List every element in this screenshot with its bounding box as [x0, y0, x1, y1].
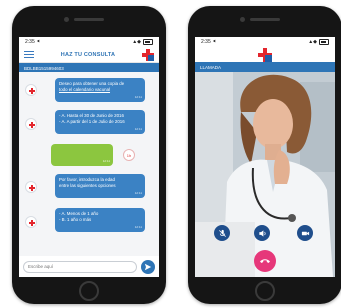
video-feed — [195, 72, 335, 277]
cross-logo-icon — [258, 47, 272, 62]
home-button[interactable] — [79, 281, 99, 301]
option-b-text[interactable]: - B. 1 año o más — [59, 217, 141, 223]
speaker-button[interactable] — [254, 225, 270, 241]
message-link[interactable]: todo el calendario vacunal — [59, 87, 141, 93]
home-button[interactable] — [255, 281, 275, 301]
status-time: 2:35 ⯇ — [201, 39, 217, 45]
list-item: - A. Hasta el 30 de Junio de 2016 - A. A… — [25, 110, 153, 138]
bot-avatar — [25, 84, 37, 96]
message-time: 12:11 — [134, 191, 142, 196]
chat-screen: 2:35 ⯇ ▲◆ HAZ TU CONSULTA BDLBB151599460… — [19, 37, 159, 277]
hamburger-icon[interactable] — [24, 51, 34, 58]
message-time: 12:11 — [134, 95, 142, 100]
phone-hangup-icon — [260, 259, 270, 263]
signal-icon: ▲◆ — [308, 39, 317, 45]
bot-message-bubble: - A. Hasta el 30 de Junio de 2016 - A. A… — [55, 110, 145, 134]
app-header: HAZ TU CONSULTA — [19, 47, 159, 63]
conversation-id: BDLBB1515994603 — [24, 65, 64, 71]
cross-logo-icon — [142, 48, 154, 61]
message-input[interactable] — [23, 260, 137, 273]
mic-off-icon — [218, 229, 226, 237]
status-bar: 2:35 ⯇ ▲◆ — [195, 37, 335, 47]
message-line: entre las siguientes opciones — [59, 182, 116, 188]
user-avatar: 1h — [123, 149, 135, 161]
call-screen: 2:35 ⯇ ▲◆ LLAMADA — [195, 37, 335, 277]
doctor-video-image — [195, 72, 335, 277]
send-icon — [144, 263, 152, 270]
message-time: 12:11 — [134, 127, 142, 132]
speaker-icon — [258, 229, 266, 237]
video-call-phone: 2:35 ⯇ ▲◆ LLAMADA — [188, 6, 341, 304]
bot-avatar — [25, 216, 37, 228]
phone-camera — [64, 17, 69, 22]
message-input-bar — [19, 256, 159, 277]
battery-icon — [319, 39, 329, 45]
user-message-bubble: 12:11 — [51, 144, 113, 166]
call-bar: LLAMADA — [195, 62, 335, 72]
phone-speaker — [74, 18, 104, 21]
list-item: Por favor, introduzca la edad entre las … — [25, 174, 153, 200]
message-time: 12:11 — [134, 225, 142, 230]
status-icons: ▲◆ — [132, 39, 153, 45]
bot-avatar — [25, 118, 37, 130]
call-label: LLAMADA — [200, 64, 222, 70]
list-item: - A. Menos de 1 año - B. 1 año o más 12:… — [25, 208, 153, 236]
send-button[interactable] — [141, 259, 155, 274]
video-toggle-button[interactable] — [297, 225, 313, 241]
bot-message-bubble: Por favor, introduzca la edad entre las … — [55, 174, 145, 198]
status-icons: ▲◆ — [308, 39, 329, 45]
battery-icon — [143, 39, 153, 45]
bot-avatar — [25, 181, 37, 193]
phone-speaker — [250, 18, 280, 21]
message-time: 12:11 — [102, 159, 110, 164]
list-item: 12:11 1h — [25, 144, 153, 168]
bot-message-bubble: Deseo para obtener una copia de todo el … — [55, 78, 145, 102]
page-title: HAZ TU CONSULTA — [60, 51, 116, 58]
option-b-text[interactable]: - A. A partir del 1 de Julio de 2016 — [59, 119, 141, 125]
chat-area[interactable]: Deseo para obtener una copia de todo el … — [19, 72, 159, 256]
status-bar: 2:35 ⯇ ▲◆ — [19, 37, 159, 47]
chat-phone: 2:35 ⯇ ▲◆ HAZ TU CONSULTA BDLBB151599460… — [12, 6, 166, 304]
signal-icon: ▲◆ — [132, 39, 141, 45]
status-time: 2:35 ⯇ — [25, 39, 41, 45]
list-item: Deseo para obtener una copia de todo el … — [25, 78, 153, 104]
bot-message-bubble: - A. Menos de 1 año - B. 1 año o más 12:… — [55, 208, 145, 232]
app-header — [195, 47, 335, 62]
phone-camera — [240, 17, 245, 22]
hangup-button[interactable] — [254, 250, 276, 272]
mute-button[interactable] — [214, 225, 230, 241]
video-camera-icon — [301, 231, 309, 235]
